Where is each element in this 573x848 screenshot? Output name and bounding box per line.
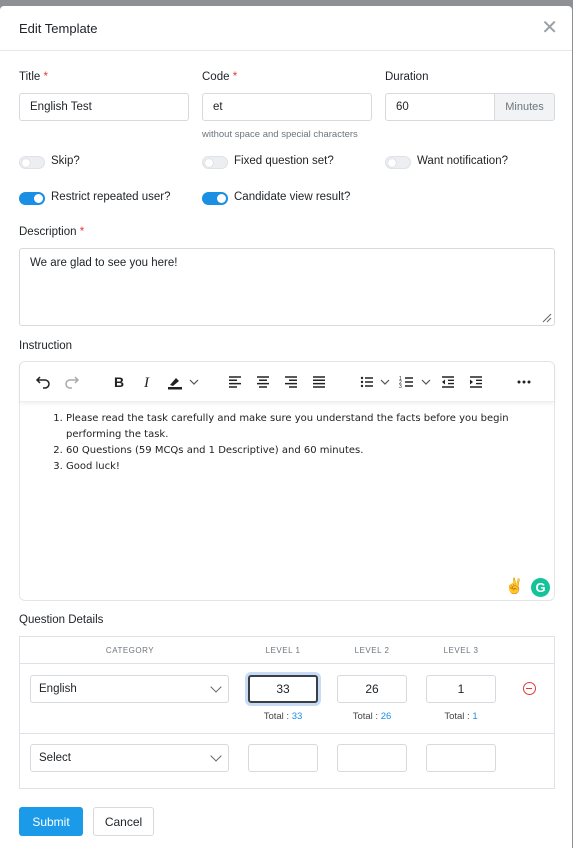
skip-label: Skip? [51, 155, 80, 167]
row-divider [20, 733, 554, 734]
fixed-question-set-label: Fixed question set? [234, 155, 334, 167]
title-label: Title * [19, 71, 48, 83]
duration-unit: Minutes [494, 93, 555, 121]
bullet-list-icon[interactable] [359, 374, 375, 390]
undo-icon[interactable] [35, 374, 51, 390]
outdent-icon[interactable] [440, 374, 456, 390]
level-1-input[interactable]: 33 [248, 675, 318, 703]
peace-hand-icon[interactable]: ✌ [505, 577, 524, 595]
description-textarea[interactable]: We are glad to see you here! [19, 248, 555, 326]
align-left-icon[interactable] [227, 374, 243, 390]
duration-input[interactable]: 60 [385, 93, 495, 121]
grammarly-icon[interactable]: G [531, 578, 550, 597]
level-3-total: Total : 1 [444, 711, 478, 722]
align-justify-icon[interactable] [311, 374, 327, 390]
redo-icon[interactable] [64, 374, 80, 390]
instruction-label: Instruction [19, 340, 73, 352]
submit-button[interactable]: Submit [19, 807, 83, 836]
cancel-button[interactable]: Cancel [93, 807, 154, 836]
align-right-icon[interactable] [283, 374, 299, 390]
want-notification-toggle[interactable] [385, 156, 411, 169]
want-notification-label: Want notification? [417, 155, 508, 167]
level-1-total: Total : 33 [263, 711, 303, 722]
question-details-table: CATEGORY LEVEL 1 LEVEL 2 LEVEL 3 English… [19, 636, 555, 789]
numbered-list-dropdown-icon[interactable] [421, 374, 431, 390]
level-2-header: LEVEL 2 [354, 646, 390, 655]
restrict-repeated-user-label: Restrict repeated user? [51, 191, 171, 203]
instruction-item: Please read the task carefully and make … [66, 411, 534, 443]
category-value: English [39, 683, 77, 695]
more-options-icon[interactable] [516, 374, 532, 390]
chevron-down-icon [210, 681, 222, 693]
description-label: Description * [19, 226, 85, 238]
level-2-input[interactable]: 26 [337, 675, 407, 703]
instruction-item: 60 Questions (59 MCQs and 1 Descriptive)… [66, 443, 534, 459]
category-header: CATEGORY [105, 646, 155, 655]
level-3-input[interactable] [426, 744, 496, 772]
duration-label: Duration [385, 71, 429, 83]
restrict-repeated-user-toggle[interactable] [19, 192, 45, 205]
instruction-list: Please read the task carefully and make … [66, 411, 534, 475]
italic-icon[interactable]: I [139, 374, 155, 390]
category-value: Select [39, 752, 71, 764]
code-input[interactable]: et [202, 93, 372, 121]
bold-icon[interactable]: B [111, 374, 127, 390]
edit-template-modal: Edit Template ✕ Title * Code * Duration … [0, 6, 572, 848]
editor-content[interactable]: Please read the task carefully and make … [20, 406, 554, 475]
level-3-input[interactable]: 1 [426, 675, 496, 703]
question-details-label: Question Details [19, 614, 104, 626]
svg-text:I: I [143, 375, 150, 390]
highlight-icon[interactable] [166, 374, 186, 390]
table-header: CATEGORY LEVEL 1 LEVEL 2 LEVEL 3 [20, 637, 554, 664]
instruction-editor[interactable]: B I 123 Please read the task carefully a… [19, 361, 555, 601]
category-select[interactable]: English [30, 675, 229, 703]
remove-row-icon[interactable] [523, 682, 536, 695]
code-hint: without space and special characters [202, 129, 358, 140]
level-2-input[interactable] [337, 744, 407, 772]
close-icon[interactable]: ✕ [541, 18, 558, 38]
indent-icon[interactable] [468, 374, 484, 390]
level-2-total: Total : 26 [352, 711, 392, 722]
numbered-list-icon[interactable]: 123 [399, 374, 415, 390]
svg-text:3: 3 [399, 384, 402, 390]
chevron-down-icon [210, 750, 222, 762]
category-select[interactable]: Select [30, 744, 229, 772]
fixed-question-set-toggle[interactable] [202, 156, 228, 169]
svg-text:B: B [114, 374, 124, 390]
modal-title: Edit Template [19, 20, 98, 36]
highlight-dropdown-icon[interactable] [189, 374, 199, 390]
modal-header: Edit Template ✕ [0, 6, 572, 51]
editor-toolbar: B I 123 [20, 362, 554, 402]
bullet-list-dropdown-icon[interactable] [380, 374, 390, 390]
title-input[interactable]: English Test [19, 93, 189, 121]
code-label: Code * [202, 71, 238, 83]
skip-toggle[interactable] [19, 156, 45, 169]
level-1-input[interactable] [248, 744, 318, 772]
resize-handle-icon[interactable] [540, 311, 552, 323]
candidate-view-result-label: Candidate view result? [234, 191, 351, 203]
candidate-view-result-toggle[interactable] [202, 192, 228, 205]
level-1-header: LEVEL 1 [265, 646, 301, 655]
description-text: We are glad to see you here! [30, 257, 178, 269]
level-3-header: LEVEL 3 [443, 646, 479, 655]
instruction-item: Good luck! [66, 459, 534, 475]
align-center-icon[interactable] [255, 374, 271, 390]
